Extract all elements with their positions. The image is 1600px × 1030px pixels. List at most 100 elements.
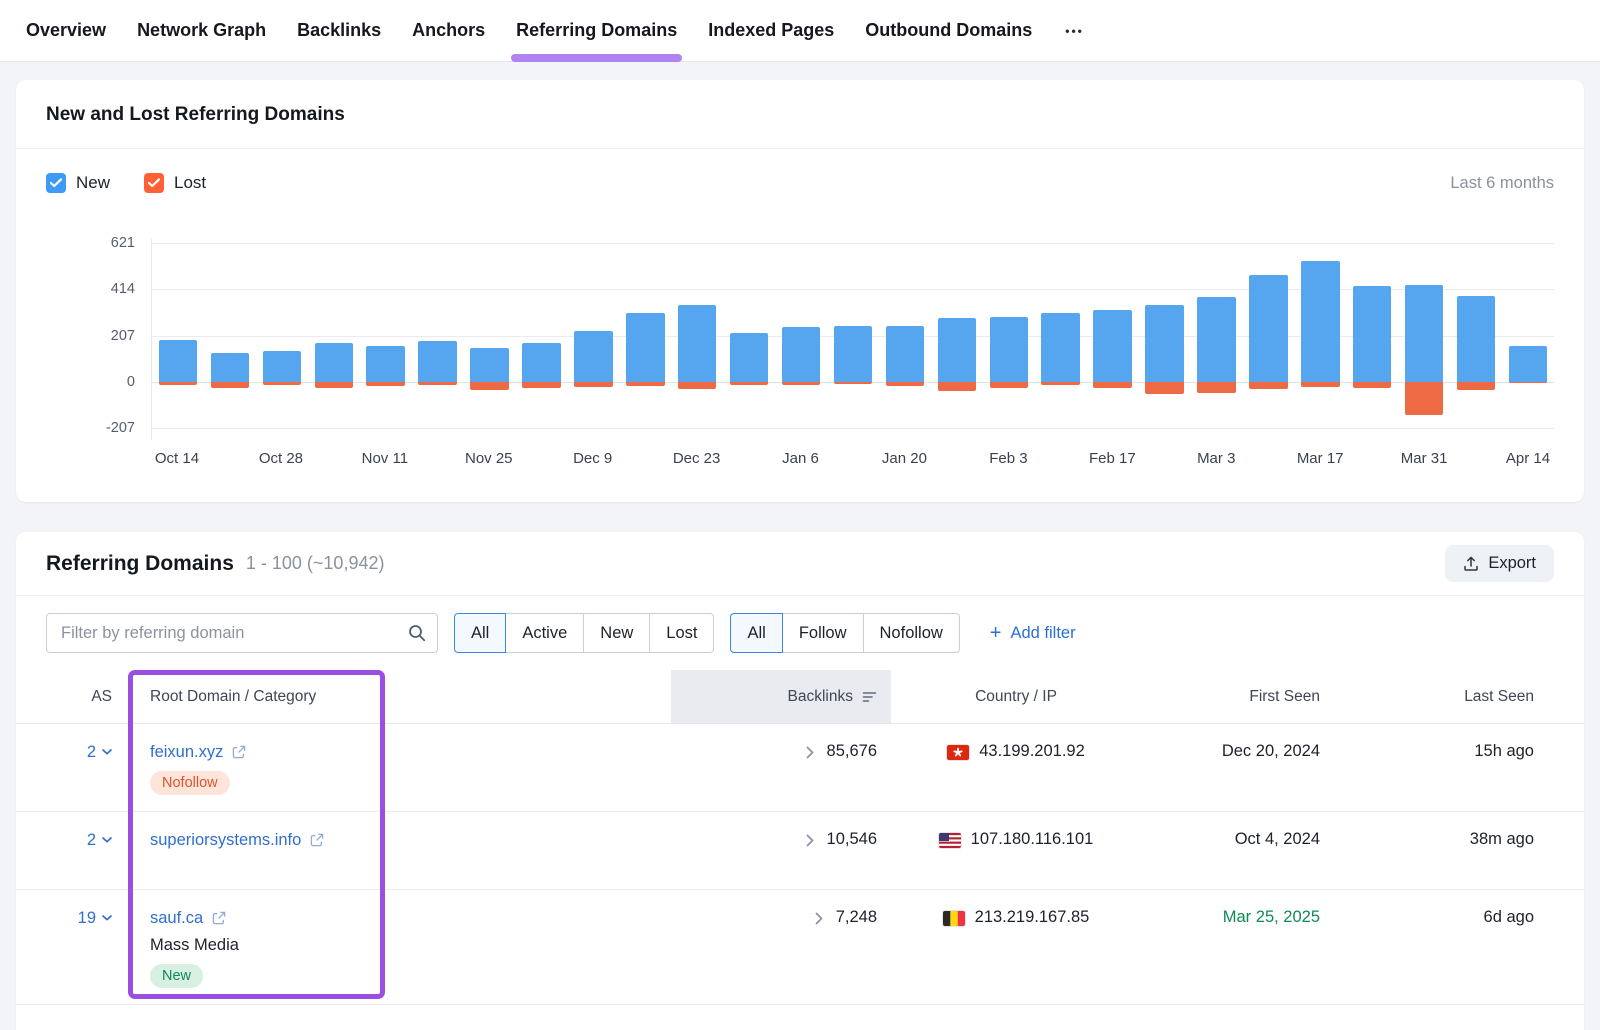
checkbox-new-checked-icon[interactable] <box>46 173 66 193</box>
bar-new-referring-domains <box>574 331 612 382</box>
search-icon <box>408 624 426 642</box>
tab-outbound-domains[interactable]: Outbound Domains <box>863 0 1034 61</box>
last-seen-cell: 38m ago <box>1346 812 1534 849</box>
chevron-right-icon[interactable] <box>815 908 823 928</box>
legend-lost-toggle[interactable]: Lost <box>144 173 206 193</box>
domain-link[interactable]: feixun.xyz <box>150 743 223 762</box>
bar-new-referring-domains <box>315 343 353 382</box>
bar-new-referring-domains <box>1197 297 1235 382</box>
search-button[interactable] <box>400 617 434 649</box>
chevron-down-icon <box>102 915 112 921</box>
bar-lost-referring-domains <box>678 382 716 389</box>
chevron-right-icon[interactable] <box>806 742 814 762</box>
add-filter-button[interactable]: + Add filter <box>990 623 1076 643</box>
tab-label: Indexed Pages <box>708 20 834 41</box>
as-dropdown[interactable]: 19 <box>78 908 112 928</box>
external-link-icon[interactable] <box>212 911 226 925</box>
referring-domains-table: AS Root Domain / Category Backlinks Coun… <box>16 670 1584 1005</box>
domain-filter-input[interactable] <box>46 613 438 653</box>
domain-category: Mass Media <box>150 936 671 955</box>
as-dropdown[interactable]: 2 <box>87 830 112 850</box>
backlinks-cell: 85,676 <box>671 724 891 762</box>
legend-new-toggle[interactable]: New <box>46 173 110 193</box>
y-axis-tick-label: 621 <box>111 235 135 251</box>
chevron-right-icon[interactable] <box>806 830 814 850</box>
nofollow-badge: Nofollow <box>150 771 230 795</box>
more-tabs-button[interactable]: ••• <box>1061 18 1088 44</box>
domain-link[interactable]: sauf.ca <box>150 909 203 928</box>
chart-x-axis: Oct 14Oct 28Nov 11Nov 25Dec 9Dec 23Jan 6… <box>151 440 1554 476</box>
filter-follow-all[interactable]: All <box>730 613 782 653</box>
filter-status-all[interactable]: All <box>454 613 506 653</box>
bar-new-referring-domains <box>1041 313 1079 382</box>
external-link-icon[interactable] <box>310 833 324 847</box>
filter-follow-follow[interactable]: Follow <box>782 613 864 653</box>
check-icon <box>50 178 62 188</box>
x-axis-tick-label: Oct 28 <box>259 450 303 467</box>
header-backlinks-label: Backlinks <box>788 688 853 706</box>
bar-lost-referring-domains <box>1457 382 1495 390</box>
tab-anchors[interactable]: Anchors <box>410 0 487 61</box>
as-value: 19 <box>78 909 96 928</box>
active-tab-underline <box>511 54 682 62</box>
as-cell: 19 <box>16 890 126 928</box>
bar-lost-referring-domains <box>730 382 768 385</box>
bar-lost-referring-domains <box>366 382 404 386</box>
bar-new-referring-domains <box>263 351 301 382</box>
header-backlinks[interactable]: Backlinks <box>671 670 891 723</box>
x-axis-tick-label: Nov 11 <box>362 450 408 467</box>
bar-lost-referring-domains <box>1509 382 1547 383</box>
external-link-icon[interactable] <box>232 745 246 759</box>
gridline <box>152 289 1554 290</box>
domain-cell: sauf.caMass MediaNew <box>126 890 671 1004</box>
bar-lost-referring-domains <box>470 382 508 390</box>
last-seen-value: 15h ago <box>1474 742 1534 761</box>
first-seen-cell: Dec 20, 2024 <box>1141 724 1346 761</box>
filter-status-lost[interactable]: Lost <box>649 613 714 653</box>
sort-icon <box>862 691 877 703</box>
filter-input-wrap <box>46 613 438 653</box>
bar-new-referring-domains <box>1093 310 1131 381</box>
bar-lost-referring-domains <box>782 382 820 385</box>
tab-backlinks[interactable]: Backlinks <box>295 0 383 61</box>
bar-lost-referring-domains <box>159 382 197 385</box>
bar-new-referring-domains <box>782 327 820 382</box>
belgium-flag <box>943 908 965 928</box>
chevron-down-icon <box>102 749 112 755</box>
tab-network-graph[interactable]: Network Graph <box>135 0 268 61</box>
x-axis-tick-label: Feb 17 <box>1089 450 1136 467</box>
checkbox-lost-checked-icon[interactable] <box>144 173 164 193</box>
tab-overview[interactable]: Overview <box>24 0 108 61</box>
bar-lost-referring-domains <box>263 382 301 385</box>
last-seen-value: 6d ago <box>1484 908 1534 927</box>
as-dropdown[interactable]: 2 <box>87 742 112 762</box>
tab-indexed-pages[interactable]: Indexed Pages <box>706 0 836 61</box>
backlinks-value: 85,676 <box>827 742 877 761</box>
bar-new-referring-domains <box>522 343 560 382</box>
filter-status-active[interactable]: Active <box>505 613 584 653</box>
export-button[interactable]: Export <box>1445 545 1554 582</box>
filter-status-new[interactable]: New <box>583 613 650 653</box>
bar-lost-referring-domains <box>522 382 560 388</box>
domain-link[interactable]: superiorsystems.info <box>150 831 301 850</box>
bar-new-referring-domains <box>1145 305 1183 382</box>
filter-follow-nofollow[interactable]: Nofollow <box>863 613 960 653</box>
table-header-row: AS Root Domain / Category Backlinks Coun… <box>16 670 1584 724</box>
first-seen-cell: Mar 25, 2025 <box>1141 890 1346 927</box>
bar-new-referring-domains <box>470 348 508 381</box>
chart: 6214142070-207 <box>46 239 1554 440</box>
chevron-down-icon <box>102 837 112 843</box>
table-row: 2feixun.xyzNofollow85,67643.199.201.92De… <box>16 724 1584 812</box>
last-seen-cell: 15h ago <box>1346 724 1534 761</box>
referring-domains-title: Referring Domains <box>46 552 234 576</box>
bar-new-referring-domains <box>990 317 1028 382</box>
chart-body: New Lost Last 6 months 6214142070-207 Oc… <box>16 149 1584 502</box>
legend-new-label: New <box>76 173 110 193</box>
tab-referring-domains[interactable]: Referring Domains <box>514 0 679 61</box>
as-cell: 2 <box>16 724 126 762</box>
export-button-label: Export <box>1488 554 1536 573</box>
bar-lost-referring-domains <box>990 382 1028 388</box>
united-states-flag <box>939 830 961 850</box>
x-axis-tick-label: Nov 25 <box>465 450 513 467</box>
bar-new-referring-domains <box>211 353 249 382</box>
